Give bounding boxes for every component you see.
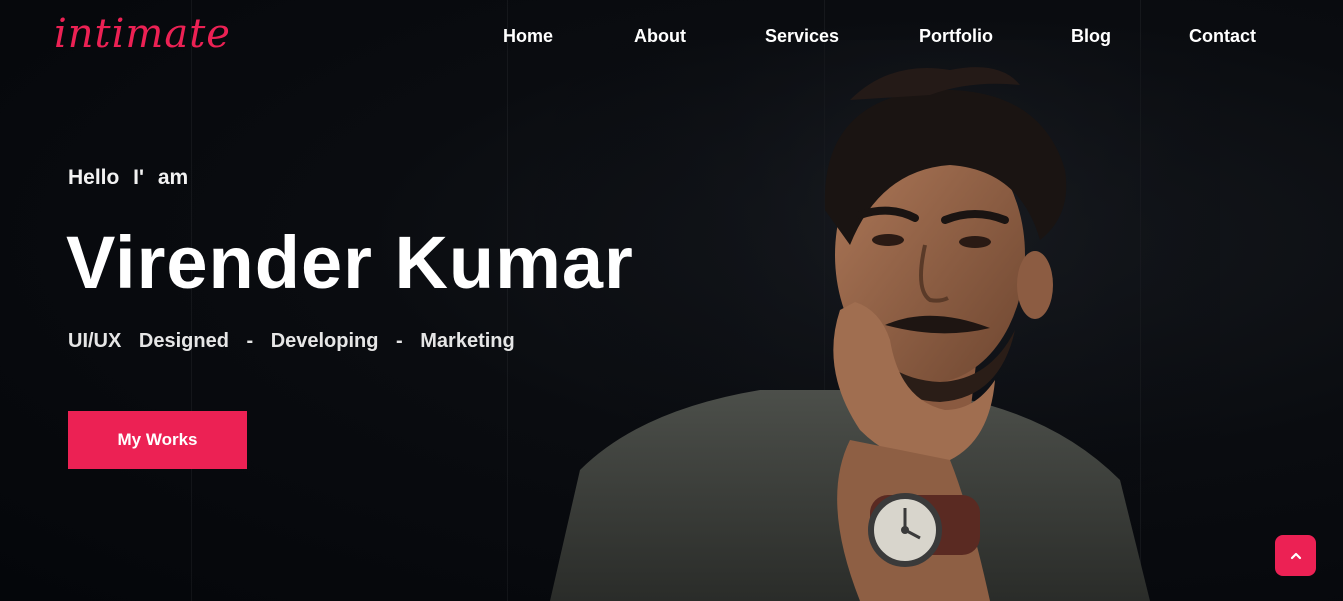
nav-item-portfolio[interactable]: Portfolio xyxy=(919,26,993,47)
site-logo[interactable]: intimate xyxy=(54,8,231,60)
nav-item-home[interactable]: Home xyxy=(503,26,553,47)
nav-item-services[interactable]: Services xyxy=(765,26,839,47)
scroll-top-button[interactable] xyxy=(1275,535,1316,576)
nav-item-contact[interactable]: Contact xyxy=(1189,26,1256,47)
hero-section: intimate Home About Services Portfolio B… xyxy=(0,0,1343,601)
hero-tagline: UI/UX Designed - Developing - Marketing xyxy=(68,330,515,352)
hero-greeting: Hello I' am xyxy=(68,166,189,189)
nav-item-about[interactable]: About xyxy=(634,26,686,47)
my-works-button[interactable]: My Works xyxy=(68,411,247,469)
chevron-up-icon xyxy=(1290,552,1301,559)
portrait-image xyxy=(520,40,1220,601)
hero-name: Virender Kumar xyxy=(66,221,634,304)
nav-item-blog[interactable]: Blog xyxy=(1071,26,1111,47)
